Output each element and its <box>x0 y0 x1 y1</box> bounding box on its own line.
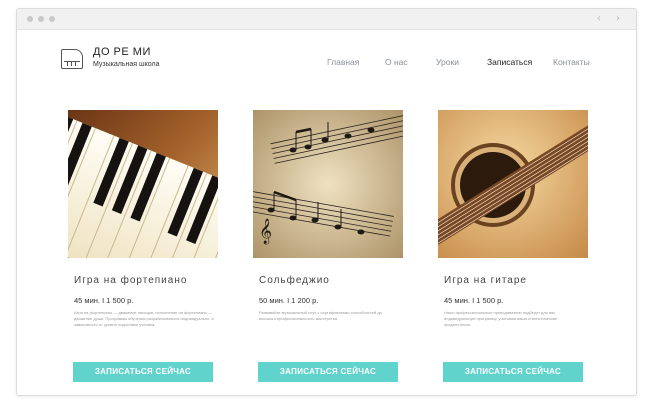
browser-chrome: ‹ › <box>17 9 636 30</box>
window-dot-icon <box>49 16 55 22</box>
signup-now-button[interactable]: ЗАПИСАТЬСЯ СЕЙЧАС <box>73 362 213 382</box>
brand-subtitle: Музыкальная школа <box>93 61 160 68</box>
course-card: 𝄞 Сольфеджио 50 мин. I 1 200 р. Развивай… <box>253 110 403 382</box>
svg-text:𝄞: 𝄞 <box>259 218 272 244</box>
nav-item-signup[interactable]: Записаться <box>487 57 532 67</box>
course-title: Сольфеджио <box>259 275 330 286</box>
nav-item-home[interactable]: Главная <box>327 57 359 67</box>
site-header: ДО РЕ МИ Музыкальная школа Главная О нас… <box>17 29 636 89</box>
course-description: Развивайте музыкальный слух с сертификат… <box>259 310 382 321</box>
course-price: 50 мин. I 1 200 р. <box>259 296 319 305</box>
signup-now-button[interactable]: ЗАПИСАТЬСЯ СЕЙЧАС <box>258 362 398 382</box>
nav-item-contacts[interactable]: Контакты <box>553 57 590 67</box>
nav-item-about[interactable]: О нас <box>385 57 408 67</box>
browser-window: ‹ › ДО РЕ МИ Музыкальная школа Главная О… <box>16 8 637 396</box>
sheet-music-image: 𝄞 <box>253 110 403 258</box>
course-title: Игра на фортепиано <box>74 275 188 286</box>
signup-now-button[interactable]: ЗАПИСАТЬСЯ СЕЙЧАС <box>443 362 583 382</box>
acoustic-guitar-image <box>438 110 588 258</box>
window-dot-icon <box>38 16 44 22</box>
piano-keys-image <box>68 110 218 258</box>
piano-logo-icon[interactable] <box>61 49 83 69</box>
course-price: 45 мин. I 1 500 р. <box>444 296 504 305</box>
browser-nav-arrows-icon[interactable]: ‹ › <box>597 13 626 24</box>
brand-title[interactable]: ДО РЕ МИ <box>93 46 151 58</box>
course-title: Игра на гитаре <box>444 275 527 286</box>
course-description: Игра на фортепиано — движение пальцев, и… <box>74 310 214 327</box>
course-price: 45 мин. I 1 500 р. <box>74 296 134 305</box>
window-dot-icon <box>27 16 33 22</box>
nav-item-lessons[interactable]: Уроки <box>436 57 459 67</box>
course-card: Игра на гитаре 45 мин. I 1 500 р. Наши п… <box>438 110 588 382</box>
course-description: Наши профессиональные преподаватели подб… <box>444 310 558 327</box>
course-card: Игра на фортепиано 45 мин. I 1 500 р. Иг… <box>68 110 218 382</box>
